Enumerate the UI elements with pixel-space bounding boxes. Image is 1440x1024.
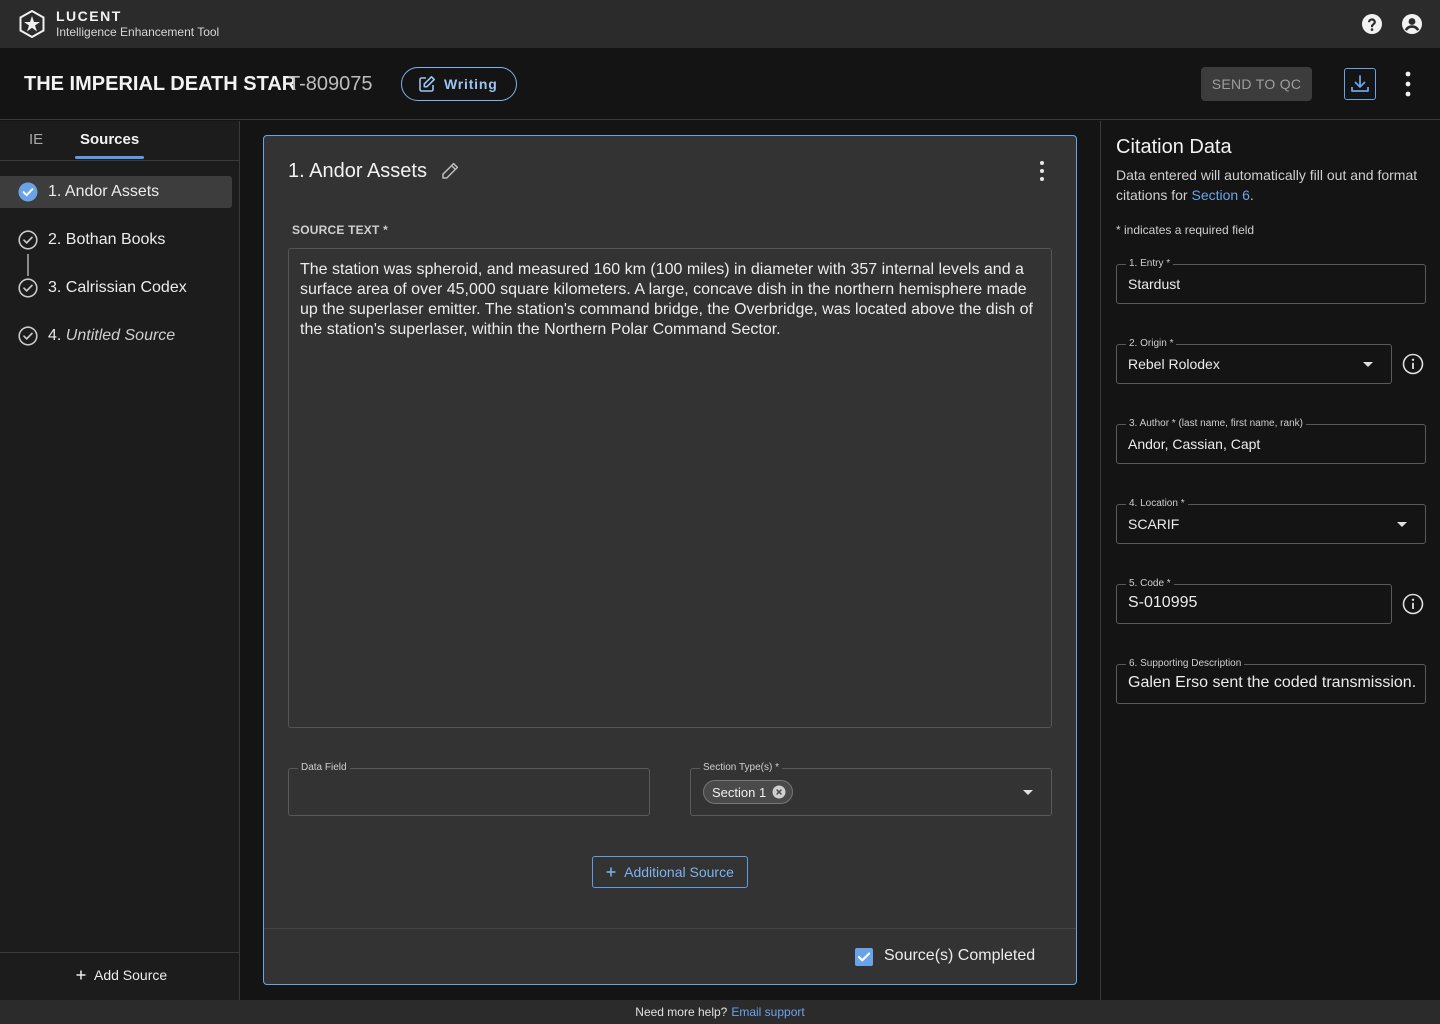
- info-icon[interactable]: [1402, 353, 1424, 375]
- sidebar-footer: Add Source: [0, 952, 239, 1000]
- sidebar-item-untitled-source[interactable]: 4. Untitled Source: [0, 320, 232, 352]
- card-footer: Source(s) Completed: [264, 928, 1076, 984]
- citation-data-panel: Citation Data Data entered will automati…: [1100, 121, 1440, 1000]
- sidebar-item-label: 1. Andor Assets: [48, 183, 160, 200]
- add-source-button[interactable]: Add Source: [76, 967, 167, 983]
- app-bar: LUCENT Intelligence Enhancement Tool: [0, 0, 1440, 48]
- brand: LUCENT Intelligence Enhancement Tool: [56, 8, 219, 40]
- brand-subtitle: Intelligence Enhancement Tool: [56, 25, 220, 39]
- sidebar-item-italic-label: Untitled Source: [65, 327, 176, 344]
- entry-field-label: 1. Entry *: [1126, 257, 1174, 271]
- sidebar-item-number: 4.: [48, 327, 66, 344]
- required-field-note: * indicates a required field: [1116, 223, 1255, 237]
- edit-square-icon: [419, 76, 435, 92]
- section-chip[interactable]: Section 1: [703, 780, 794, 804]
- more-vertical-icon[interactable]: [1030, 158, 1054, 184]
- document-header: THE IMPERIAL DEATH STAR T-809075 Writing…: [0, 48, 1440, 120]
- code-field-value: S-010995: [1128, 594, 1198, 611]
- section-chip-label: Section 1: [712, 784, 767, 800]
- status-label: Writing: [444, 76, 498, 92]
- active-tab-indicator: [75, 156, 144, 159]
- sidebar-item-bothan-books[interactable]: 2. Bothan Books: [0, 224, 232, 256]
- check-circle-outline-icon: [18, 278, 38, 298]
- checkbox-checked-icon[interactable]: [854, 947, 874, 967]
- tab-ie[interactable]: IE: [29, 121, 43, 161]
- document-title: THE IMPERIAL DEATH STAR: [24, 73, 297, 95]
- data-field-input[interactable]: Data Field: [288, 761, 650, 816]
- sidebar-item-label: 4. Untitled Source: [48, 326, 175, 346]
- info-icon[interactable]: [1402, 593, 1424, 615]
- author-field-label: 3. Author * (last name, first name, rank…: [1126, 417, 1306, 431]
- source-text-label: SOURCE TEXT *: [292, 223, 388, 237]
- author-field[interactable]: 3. Author * (last name, first name, rank…: [1116, 417, 1426, 464]
- account-circle-icon: [1402, 14, 1422, 34]
- location-select[interactable]: 4. Location * SCARIF: [1116, 497, 1426, 544]
- entry-field-value: Stardust: [1128, 276, 1181, 292]
- origin-select[interactable]: 2. Origin * Rebel Rolodex: [1116, 337, 1392, 384]
- supporting-description-label: 6. Supporting Description: [1126, 657, 1245, 671]
- location-field-label: 4. Location *: [1126, 497, 1188, 511]
- data-field-label: Data Field: [298, 761, 350, 775]
- check-circle-filled-icon: [18, 182, 38, 202]
- check-circle-outline-icon: [18, 230, 38, 250]
- section-6-link[interactable]: Section 6: [1191, 187, 1249, 203]
- source-title: 1. Andor Assets: [288, 160, 427, 182]
- code-field-label: 5. Code *: [1126, 577, 1174, 591]
- citation-description: Data entered will automatically fill out…: [1116, 165, 1436, 205]
- check-circle-outline-icon: [18, 326, 38, 346]
- download-icon: [1351, 75, 1369, 92]
- plus-icon: [606, 867, 616, 877]
- author-field-value: Andor, Cassian, Capt: [1128, 436, 1261, 452]
- document-id: T-809075: [288, 73, 373, 95]
- sidebar-item-andor-assets[interactable]: 1. Andor Assets: [0, 176, 232, 208]
- section-types-select[interactable]: Section Type(s) * Section 1: [690, 761, 1052, 816]
- location-field-value: SCARIF: [1128, 516, 1180, 532]
- citation-title: Citation Data: [1116, 136, 1232, 158]
- sidebar-item-calrissian-codex[interactable]: 3. Calrissian Codex: [0, 272, 232, 304]
- sidebar-item-label: 2. Bothan Books: [48, 231, 166, 248]
- more-options-button[interactable]: [1396, 70, 1420, 98]
- chip-remove-icon[interactable]: [772, 785, 786, 799]
- sources-sidebar: IE Sources 1. Andor Assets 2. Bothan Boo…: [0, 121, 240, 1000]
- origin-field-value: Rebel Rolodex: [1128, 356, 1220, 372]
- lucent-logo-icon: [19, 10, 45, 38]
- help-circle-icon: [1362, 14, 1382, 34]
- source-text-area[interactable]: The station was spheroid, and measured 1…: [288, 248, 1052, 728]
- brand-name: LUCENT: [56, 8, 122, 24]
- chevron-down-icon[interactable]: [1363, 362, 1373, 367]
- sidebar-item-label: 3. Calrissian Codex: [48, 279, 187, 296]
- help-text: Need more help?: [635, 1005, 728, 1019]
- code-field[interactable]: 5. Code * S-010995: [1116, 577, 1392, 624]
- pencil-icon[interactable]: [440, 161, 460, 181]
- writing-status-button[interactable]: Writing: [401, 67, 517, 101]
- help-button[interactable]: [1360, 12, 1384, 36]
- supporting-description-value: Galen Erso sent the coded transmission.: [1128, 674, 1417, 691]
- supporting-description-field[interactable]: 6. Supporting Description Galen Erso sen…: [1116, 657, 1426, 704]
- chevron-down-icon[interactable]: [1397, 522, 1407, 527]
- source-card: 1. Andor Assets SOURCE TEXT * The statio…: [263, 135, 1077, 985]
- citation-desc-text: Data entered will automatically fill out…: [1116, 167, 1418, 203]
- additional-source-button[interactable]: Additional Source: [592, 856, 748, 888]
- chevron-down-icon[interactable]: [1023, 790, 1033, 795]
- account-button[interactable]: [1400, 12, 1424, 36]
- section-types-label: Section Type(s) *: [700, 761, 782, 775]
- send-to-qc-button[interactable]: SEND TO QC: [1201, 67, 1312, 101]
- more-vertical-icon: [1405, 71, 1411, 97]
- add-source-label: Add Source: [94, 967, 168, 983]
- additional-source-label: Additional Source: [624, 864, 734, 880]
- email-support-link[interactable]: Email support: [731, 1005, 804, 1019]
- source-completed-label: Source(s) Completed: [884, 947, 1036, 964]
- citation-desc-suffix: .: [1249, 187, 1254, 203]
- download-button[interactable]: [1344, 68, 1376, 100]
- plus-icon: [76, 970, 86, 980]
- entry-field[interactable]: 1. Entry * Stardust: [1116, 257, 1426, 304]
- help-footer: Need more help? Email support: [0, 1000, 1440, 1024]
- sidebar-tabs: IE Sources: [0, 121, 239, 161]
- origin-field-label: 2. Origin *: [1126, 337, 1177, 351]
- tab-sources[interactable]: Sources: [80, 121, 139, 161]
